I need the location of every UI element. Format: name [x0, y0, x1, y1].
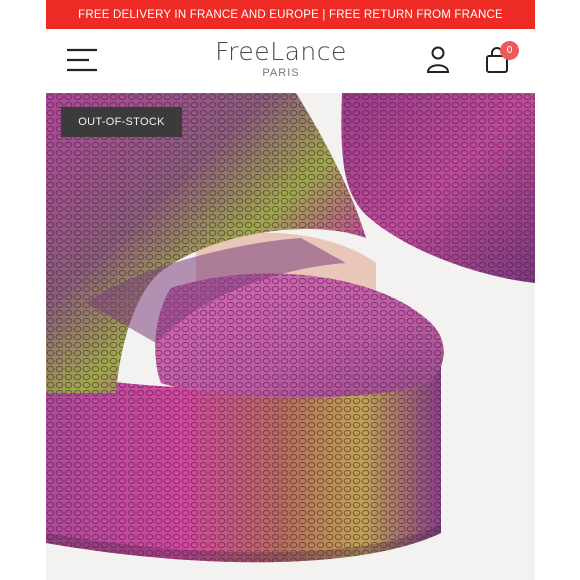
cart-count-badge: 0: [500, 41, 519, 60]
user-icon[interactable]: [426, 44, 450, 74]
left-margin: [0, 0, 46, 580]
promo-banner[interactable]: FREE DELIVERY IN FRANCE AND EUROPE | FRE…: [46, 0, 535, 29]
product-image[interactable]: OUT-OF-STOCK: [46, 93, 535, 580]
brand-location: PARIS: [262, 67, 300, 79]
promo-text: FREE DELIVERY IN FRANCE AND EUROPE | FRE…: [78, 8, 503, 21]
brand-name: FreeLance: [215, 37, 347, 66]
site-header: FreeLance PARIS 0: [46, 29, 535, 93]
cart-button[interactable]: 0: [482, 41, 522, 77]
brand-logo[interactable]: FreeLance PARIS: [206, 38, 356, 80]
right-margin: [535, 0, 580, 580]
hamburger-menu-icon[interactable]: [66, 46, 98, 74]
page: FREE DELIVERY IN FRANCE AND EUROPE | FRE…: [0, 0, 580, 580]
out-of-stock-badge: OUT-OF-STOCK: [61, 107, 182, 137]
